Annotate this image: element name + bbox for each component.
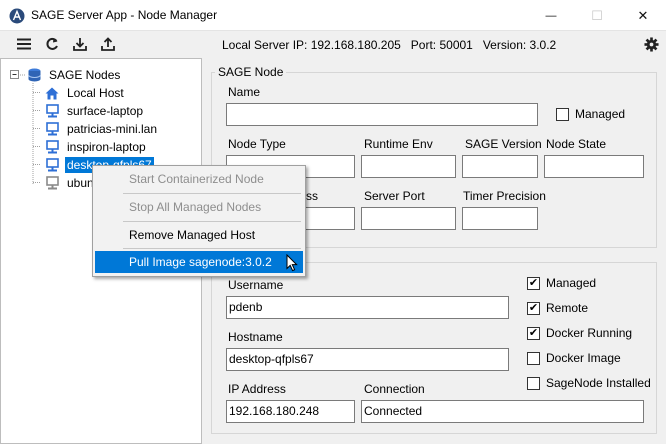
tree-item-label: surface-laptop: [67, 104, 144, 118]
computer-icon: [44, 103, 60, 119]
menu-item-start-containerized-node[interactable]: Start Containerized Node: [95, 168, 303, 190]
tree-item-surface-laptop[interactable]: surface-laptop: [44, 102, 145, 120]
ip-address-label: IP Address: [228, 382, 286, 396]
checkbox-label: Docker Image: [546, 351, 621, 365]
sagenode-installed-checkbox[interactable]: SageNode Installed: [527, 376, 651, 390]
checkbox-box: [527, 376, 540, 390]
checkmark-icon: ✔: [528, 301, 539, 314]
checkbox-box: ✔: [527, 301, 540, 315]
runtime-env-label: Runtime Env: [364, 137, 433, 151]
tree-item-ubun[interactable]: ubun: [44, 174, 96, 192]
menu-separator: [123, 193, 301, 194]
host-managed-checkbox[interactable]: ✔ Managed: [527, 276, 596, 290]
mouse-cursor-icon: [286, 254, 298, 272]
node-state-field[interactable]: [544, 155, 644, 178]
minimize-icon: —: [545, 9, 557, 22]
checkbox-label: Remote: [546, 301, 589, 315]
checkbox-box: [556, 107, 569, 121]
timer-precision-field[interactable]: [462, 207, 538, 230]
server-status-text: Local Server IP: 192.168.180.205 Port: 5…: [222, 38, 557, 52]
timer-precision-label: Timer Precision: [463, 189, 546, 203]
maximize-icon: ☐: [591, 7, 603, 23]
home-icon: [44, 85, 60, 101]
checkbox-box: ✔: [527, 326, 540, 340]
tree-item-inspiron-laptop[interactable]: inspiron-laptop: [44, 138, 148, 156]
menu-separator: [123, 221, 301, 222]
window-title: SAGE Server App - Node Manager: [31, 8, 218, 22]
checkbox-box: [527, 351, 540, 365]
menu-item-pull-image[interactable]: Pull Image sagenode:3.0.2: [95, 251, 303, 273]
name-field[interactable]: [226, 103, 538, 126]
ip-address-field[interactable]: 192.168.180.248: [226, 400, 355, 423]
database-icon: [26, 67, 42, 83]
node-managed-checkbox[interactable]: Managed: [556, 107, 625, 121]
sage-version-label: SAGE Version: [465, 137, 542, 151]
toolbar: Local Server IP: 192.168.180.205 Port: 5…: [0, 31, 666, 58]
refresh-icon[interactable]: [44, 36, 60, 52]
username-field[interactable]: pdenb: [226, 296, 509, 319]
checkmark-icon: ✔: [528, 276, 539, 289]
checkbox-label: Managed: [546, 276, 597, 290]
sage-node-group-title: SAGE Node: [215, 65, 287, 79]
tree-root-label: SAGE Nodes: [49, 68, 121, 82]
tree-item-patricias-mini[interactable]: patricias-mini.lan: [44, 120, 159, 138]
close-button[interactable]: ✕: [620, 0, 666, 31]
gear-icon[interactable]: [643, 36, 659, 52]
computer-icon: [44, 175, 60, 191]
tree-item-label: inspiron-laptop: [67, 140, 146, 154]
tree-item-label: Local Host: [67, 86, 124, 100]
connection-field[interactable]: Connected: [361, 400, 644, 423]
app-logo-icon: [9, 8, 25, 24]
computer-icon: [44, 121, 60, 137]
menu-separator: [123, 248, 301, 249]
title-bar: SAGE Server App - Node Manager — ☐ ✕: [0, 0, 666, 31]
menu-item-stop-all-managed-nodes[interactable]: Stop All Managed Nodes: [95, 196, 303, 218]
remote-checkbox[interactable]: ✔ Remote: [527, 301, 588, 315]
sage-version-field[interactable]: [462, 155, 538, 178]
checkbox-box: ✔: [527, 276, 540, 290]
checkbox-label: Managed: [575, 107, 626, 121]
runtime-env-field[interactable]: [361, 155, 456, 178]
connection-label: Connection: [364, 382, 425, 396]
tree-item-label: patricias-mini.lan: [67, 122, 158, 136]
tree-item-local-host[interactable]: Local Host: [44, 84, 126, 102]
upload-icon[interactable]: [100, 36, 116, 52]
docker-running-checkbox[interactable]: ✔ Docker Running: [527, 326, 632, 340]
computer-icon: [44, 157, 60, 173]
computer-icon: [44, 139, 60, 155]
menu-icon[interactable]: [16, 36, 32, 52]
server-port-field[interactable]: [361, 207, 456, 230]
node-type-label: Node Type: [228, 137, 286, 151]
context-menu: Start Containerized Node Stop All Manage…: [92, 165, 306, 277]
node-ip-label-partial: ss: [306, 189, 318, 203]
hostname-field[interactable]: desktop-qfpls67: [226, 348, 509, 371]
tree-root-sage-nodes[interactable]: SAGE Nodes: [26, 66, 122, 84]
close-icon: ✕: [637, 7, 649, 23]
minimize-button[interactable]: —: [528, 0, 574, 31]
download-icon[interactable]: [72, 36, 88, 52]
name-label: Name: [228, 85, 261, 99]
checkbox-label: Docker Running: [546, 326, 633, 340]
menu-item-remove-managed-host[interactable]: Remove Managed Host: [95, 224, 303, 246]
checkmark-icon: ✔: [528, 326, 539, 339]
hostname-label: Hostname: [228, 330, 283, 344]
server-port-label: Server Port: [364, 189, 425, 203]
checkbox-label: SageNode Installed: [546, 376, 651, 390]
docker-image-checkbox[interactable]: Docker Image: [527, 351, 621, 365]
username-label: Username: [228, 278, 284, 292]
maximize-button[interactable]: ☐: [574, 0, 620, 31]
node-state-label: Node State: [546, 137, 607, 151]
